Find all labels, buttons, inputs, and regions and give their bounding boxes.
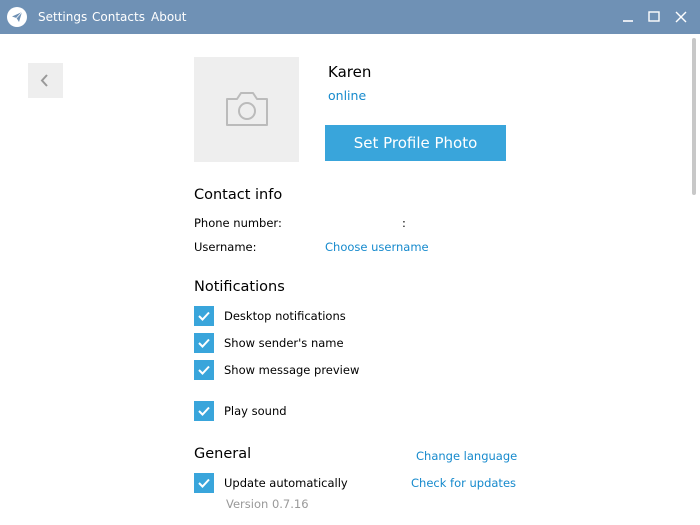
play-sound-checkbox[interactable] <box>194 401 214 421</box>
show-sender-name-label: Show sender's name <box>224 336 344 350</box>
check-icon <box>198 406 210 416</box>
username-label: Username: <box>194 240 257 254</box>
profile-photo-placeholder[interactable] <box>194 57 299 162</box>
check-icon <box>198 478 210 488</box>
close-button[interactable] <box>672 8 690 26</box>
title-bar: Settings Contacts About <box>0 0 700 34</box>
general-title: General <box>194 446 252 462</box>
maximize-button[interactable] <box>645 8 663 26</box>
scrollbar-thumb[interactable] <box>692 38 696 195</box>
choose-username-link[interactable]: Choose username <box>325 240 429 254</box>
profile-status: online <box>328 88 367 103</box>
menu-about[interactable]: About <box>151 9 186 25</box>
phone-number-value: : <box>402 216 406 230</box>
change-language-link[interactable]: Change language <box>416 449 517 463</box>
menu-settings[interactable]: Settings <box>38 9 87 25</box>
update-automatically-checkbox[interactable] <box>194 473 214 493</box>
profile-name: Karen <box>328 63 372 81</box>
telegram-plane-icon[interactable] <box>7 7 27 27</box>
check-icon <box>198 311 210 321</box>
maximize-icon <box>648 11 660 22</box>
play-sound-label: Play sound <box>224 404 287 418</box>
notifications-title: Notifications <box>194 279 285 295</box>
desktop-notifications-label: Desktop notifications <box>224 309 346 323</box>
version-text: Version 0.7.16 <box>226 497 309 511</box>
check-icon <box>198 365 210 375</box>
minimize-icon <box>623 20 633 22</box>
show-sender-name-checkbox[interactable] <box>194 333 214 353</box>
show-message-preview-checkbox[interactable] <box>194 360 214 380</box>
show-message-preview-label: Show message preview <box>224 363 360 377</box>
minimize-button[interactable] <box>619 8 637 26</box>
menu-contacts[interactable]: Contacts <box>92 9 145 25</box>
camera-icon <box>226 92 268 126</box>
contact-info-title: Contact info <box>194 187 283 203</box>
set-profile-photo-button[interactable]: Set Profile Photo <box>325 125 506 161</box>
check-icon <box>198 338 210 348</box>
close-icon <box>675 11 687 23</box>
phone-number-label: Phone number: <box>194 216 282 230</box>
back-button[interactable] <box>28 63 63 98</box>
desktop-notifications-checkbox[interactable] <box>194 306 214 326</box>
update-automatically-label: Update automatically <box>224 476 348 490</box>
chevron-left-icon <box>40 74 48 87</box>
check-for-updates-link[interactable]: Check for updates <box>411 476 516 490</box>
